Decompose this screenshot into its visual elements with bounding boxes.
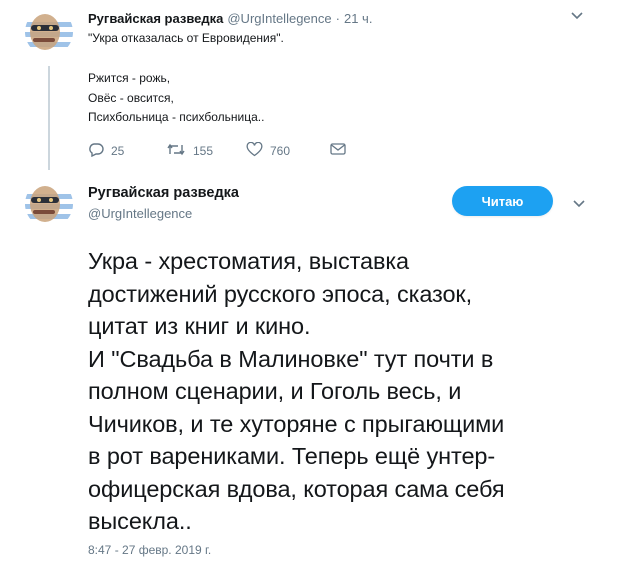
tweet-text-line: Чичиков, и те хуторяне с прыгающими	[88, 410, 505, 437]
tweet-text-quote: "Укра отказалась от Евровидения".	[88, 31, 284, 45]
reply-count: 25	[111, 144, 125, 158]
separator-dot: ·	[335, 11, 340, 26]
tweet-text-line: Ржится - рожь,	[88, 71, 171, 85]
like-button[interactable]: 760	[246, 141, 291, 160]
reply-icon	[88, 142, 104, 160]
following-button[interactable]: Читаю	[452, 186, 553, 216]
chevron-down-icon[interactable]	[572, 196, 586, 215]
retweet-icon	[166, 142, 186, 160]
direct-message-button[interactable]	[330, 142, 346, 159]
author-handle[interactable]: @UrgIntellegence	[88, 206, 192, 221]
tweet-text-line: Психбольница - психбольница..	[88, 110, 265, 124]
tweet-text-line: полном сценарии, и Гоголь весь, и	[88, 378, 462, 404]
tweet-text-line: Овёс - овсится,	[88, 91, 174, 105]
tweet-text-line: в рот варениками. Теперь ещё унтер-	[88, 443, 496, 469]
like-count: 760	[270, 144, 291, 158]
retweet-button[interactable]: 155	[166, 142, 213, 160]
heart-icon	[246, 141, 263, 160]
tweet-text-line: цитат из книг и кино.	[88, 313, 311, 339]
tweet-text-line: офицерская вдова, которая сама себя	[88, 475, 505, 502]
tweet-text-line: высекла..	[88, 508, 192, 534]
author-handle[interactable]: @UrgIntellegence	[227, 11, 331, 26]
chevron-down-icon[interactable]	[570, 8, 584, 27]
envelope-icon	[330, 142, 346, 159]
tweet-text-line: И "Свадьба в Малиновке" тут почти в	[88, 345, 494, 372]
avatar[interactable]	[25, 180, 73, 228]
retweet-count: 155	[193, 144, 214, 158]
author-name[interactable]: Ругвайская разведка	[88, 11, 223, 26]
tweet-time[interactable]: 21 ч.	[344, 11, 372, 26]
tweet-text-line: Укра - хрестоматия, выставка	[88, 248, 410, 274]
tweet-text-line: достижений русского эпоса, сказок,	[88, 280, 473, 307]
tweet-text: Укра - хрестоматия, выставка достижений …	[88, 245, 608, 538]
tweet-timestamp[interactable]: 8:47 - 27 февр. 2019 г.	[88, 543, 211, 557]
avatar[interactable]	[25, 8, 73, 56]
author-name[interactable]: Ругвайская разведка	[88, 185, 239, 201]
reply-button[interactable]: 25	[88, 142, 124, 160]
thread-line	[48, 66, 50, 170]
